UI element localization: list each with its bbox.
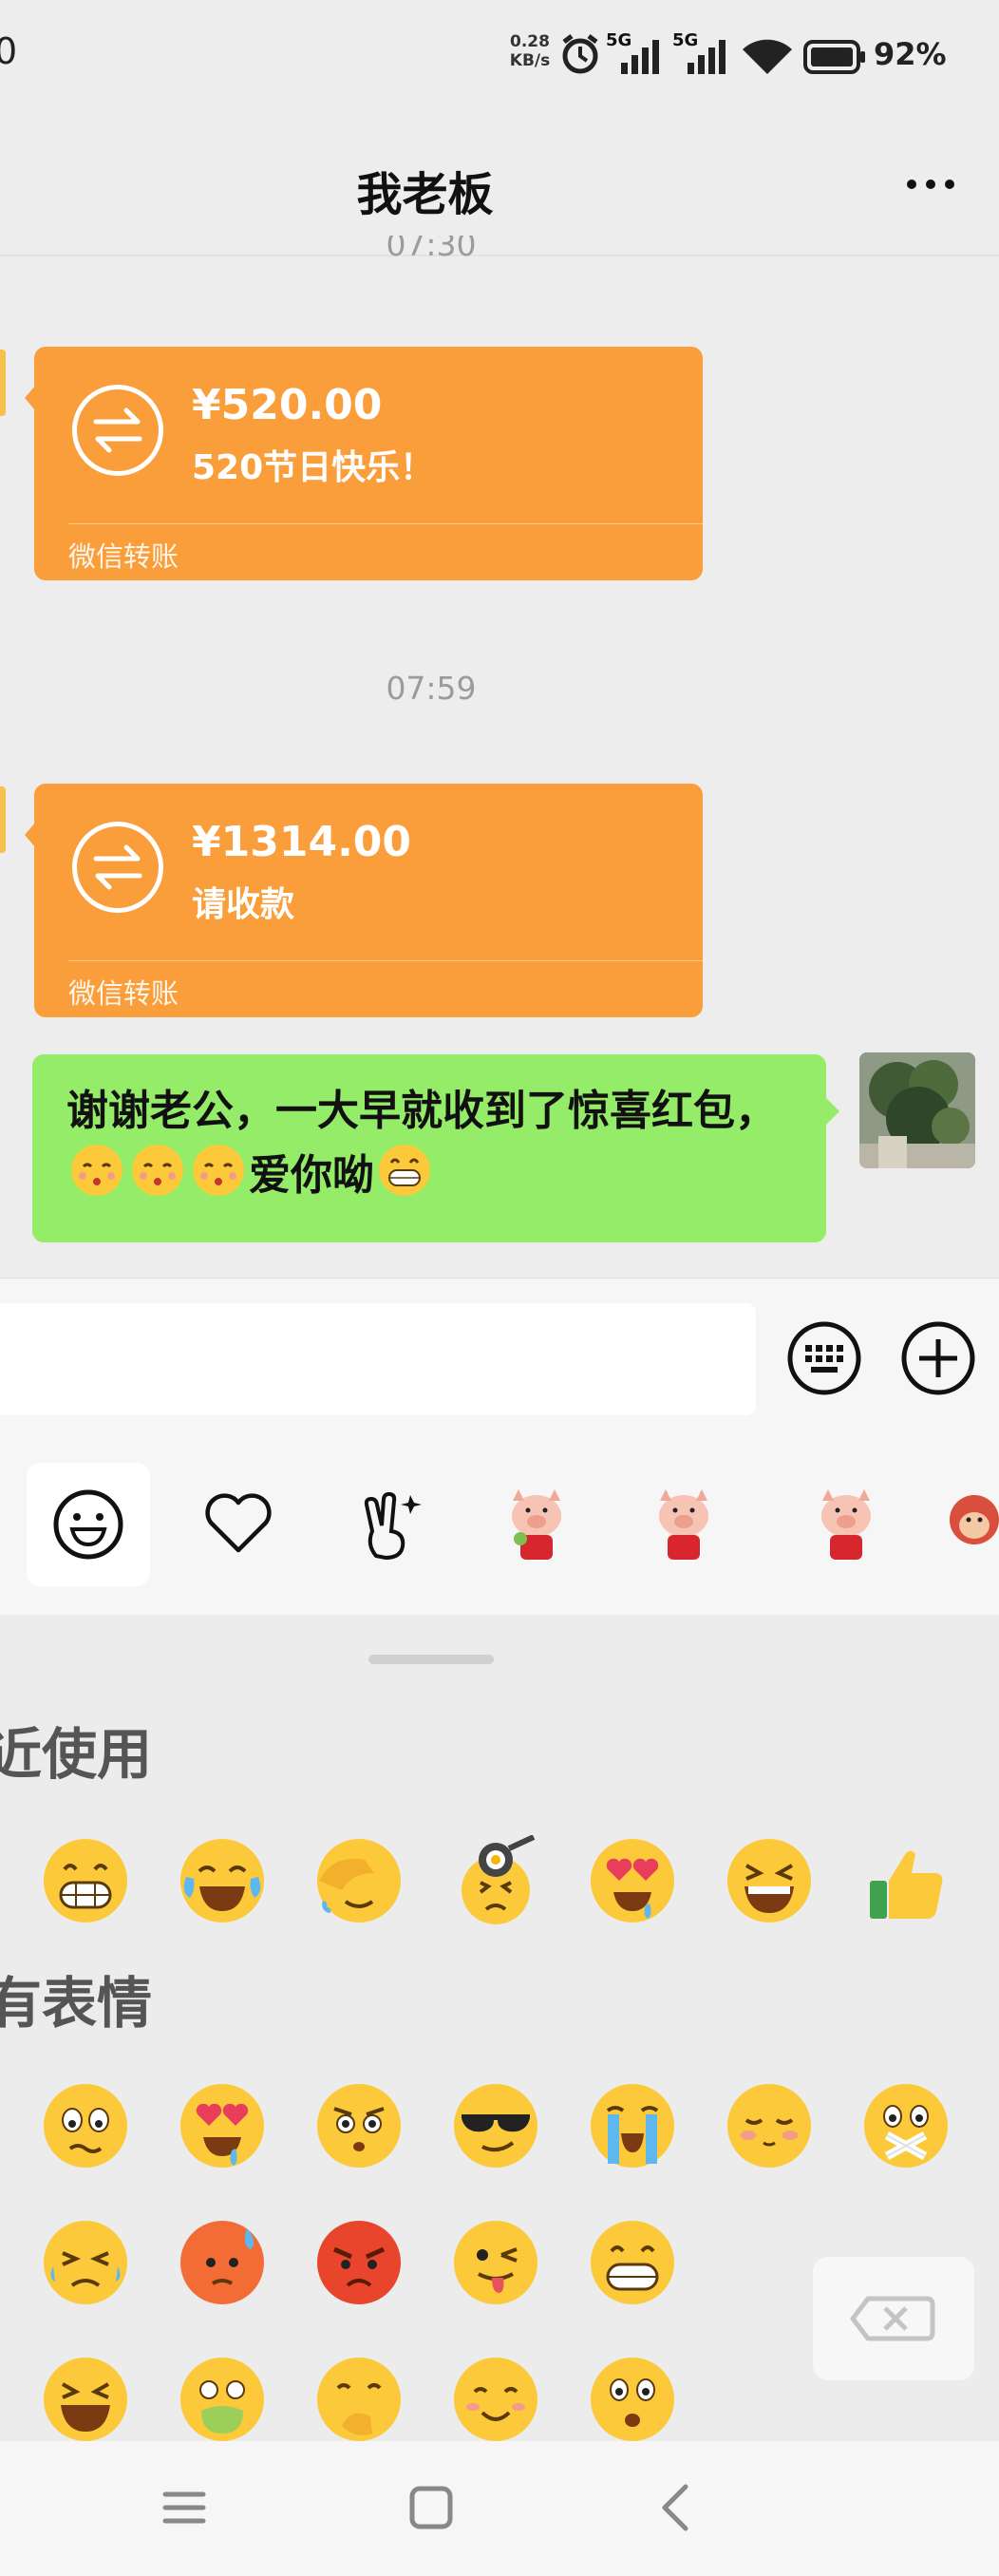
menu-icon[interactable] [156, 2479, 213, 2536]
tab-favorites[interactable] [177, 1463, 300, 1586]
partial-time-wrap: 07:30 [0, 236, 862, 268]
persevere-emoji-icon[interactable] [40, 2217, 131, 2308]
tab-emoji[interactable] [27, 1463, 150, 1586]
home-icon[interactable] [403, 2479, 460, 2536]
transfer-icon [72, 822, 163, 913]
wifi-icon [743, 39, 792, 74]
my-text-message[interactable]: 谢谢老公，一大早就收到了惊喜红包， 爱你呦 [32, 1054, 839, 1242]
thumbs-up-emoji-icon[interactable] [860, 1835, 952, 1926]
thinking-emoji-icon[interactable] [313, 2354, 405, 2445]
time-label: 07:59 [386, 670, 477, 707]
time-label-partial: 07:30 [386, 236, 477, 263]
keyboard-toggle-icon[interactable] [786, 1320, 862, 1396]
network-speed: 0.28 KB/s [509, 32, 551, 70]
more-options-icon[interactable] [902, 161, 959, 208]
pig-sticker-icon [512, 1489, 561, 1560]
worried-emoji-icon[interactable] [40, 2080, 131, 2171]
status-time: 0 [0, 30, 18, 72]
embarrassed-sweat-emoji-icon[interactable] [177, 2217, 268, 2308]
transfer-divider [68, 960, 703, 961]
bubble-tail [25, 385, 36, 411]
transfer-amount: ¥1314.00 [192, 818, 412, 866]
tab-gestures[interactable] [329, 1463, 452, 1586]
emoji-tabs [0, 1425, 999, 1616]
backspace-icon [850, 2296, 935, 2341]
transfer-divider [68, 523, 703, 524]
wink-tongue-emoji-icon[interactable] [450, 2217, 541, 2308]
delete-button[interactable] [813, 2257, 974, 2380]
tab-sticker-pig-1[interactable] [475, 1463, 598, 1586]
grin-teeth-emoji-icon[interactable] [587, 2217, 678, 2308]
transfer-note: 520节日快乐！ [192, 448, 435, 487]
tab-sticker-monkey[interactable] [936, 1463, 999, 1586]
plus-icon[interactable] [900, 1320, 976, 1396]
smiley-icon [53, 1489, 123, 1560]
emoji-panel: 近使用 有表情 [0, 1615, 999, 2441]
transfer-footer: 微信转账 [68, 540, 179, 573]
tab-sticker-pig-2[interactable] [622, 1463, 745, 1586]
laughing-squint-emoji-icon[interactable] [724, 1835, 815, 1926]
tears-of-joy-emoji-icon[interactable] [177, 1835, 268, 1926]
monkey-sticker-icon [950, 1495, 999, 1544]
signal-2-icon [688, 40, 726, 74]
bubble-tail [826, 1098, 839, 1125]
kiss-emoji-icon [71, 1145, 123, 1196]
message-text-part: 爱你呦 [249, 1151, 374, 1200]
battery-icon [803, 40, 865, 74]
transfer-footer: 微信转账 [68, 977, 179, 1010]
pig-sticker-icon [659, 1489, 708, 1560]
laughing-crying-emoji-icon[interactable] [40, 2354, 131, 2445]
system-nav-bar [0, 2441, 999, 2576]
back-icon[interactable] [650, 2479, 707, 2536]
heart-icon [205, 1493, 272, 1553]
transfer-message[interactable]: ¥520.00 520节日快乐！ 微信转账 [25, 347, 703, 580]
shy-emoji-icon[interactable] [724, 2080, 815, 2171]
kiss-emoji-icon [193, 1145, 244, 1196]
frying-pan-emoji-icon[interactable] [450, 1835, 541, 1926]
bubble-tail [25, 822, 36, 848]
signal-1-icon [621, 40, 659, 74]
surprised-emoji-icon[interactable] [587, 2354, 678, 2445]
alarm-icon [562, 34, 598, 74]
grin-emoji-icon [379, 1145, 430, 1196]
message-input[interactable] [0, 1303, 756, 1415]
sender-avatar-edge[interactable] [0, 786, 6, 853]
transfer-icon [72, 385, 163, 476]
grin-emoji-icon[interactable] [40, 1835, 131, 1926]
my-avatar[interactable] [859, 1052, 975, 1168]
stare-emoji-icon[interactable] [313, 2080, 405, 2171]
nauseated-emoji-icon[interactable] [177, 2354, 268, 2445]
all-emoji-title: 有表情 [0, 1971, 153, 2036]
pig-sticker-icon [821, 1489, 871, 1560]
kiss-emoji-icon [132, 1145, 183, 1196]
status-bar: 0 0.28 KB/s 5G 5G 92% [0, 0, 999, 114]
chat-title: 我老板 [356, 168, 494, 221]
drooling-heart-emoji-icon[interactable] [177, 2080, 268, 2171]
sunglasses-emoji-icon[interactable] [450, 2080, 541, 2171]
transfer-note: 请收款 [192, 885, 295, 924]
message-text-part: 谢谢老公，一大早就收到了惊喜红包， [66, 1087, 777, 1135]
recent-title: 近使用 [0, 1722, 153, 1787]
transfer-amount: ¥520.00 [192, 381, 383, 429]
transfer-message[interactable]: ¥1314.00 请收款 微信转账 [25, 784, 703, 1017]
heart-eyes-emoji-icon[interactable] [587, 1835, 678, 1926]
victory-hand-icon [364, 1491, 422, 1561]
message-text: 谢谢老公，一大早就收到了惊喜红包， 爱你呦 [66, 1081, 807, 1206]
loudly-crying-emoji-icon[interactable] [587, 2080, 678, 2171]
zipped-mouth-emoji-icon[interactable] [860, 2080, 952, 2171]
sender-avatar-edge[interactable] [0, 350, 6, 416]
panel-grip[interactable] [368, 1655, 494, 1664]
battery-percent: 92% [874, 36, 947, 72]
smile-emoji-icon[interactable] [450, 2354, 541, 2445]
chat-header: 我老板 [0, 138, 999, 233]
angry-emoji-icon[interactable] [313, 2217, 405, 2308]
facepalm-emoji-icon[interactable] [313, 1835, 405, 1926]
tab-sticker-pig-3[interactable] [784, 1463, 908, 1586]
input-bar [0, 1278, 999, 1426]
